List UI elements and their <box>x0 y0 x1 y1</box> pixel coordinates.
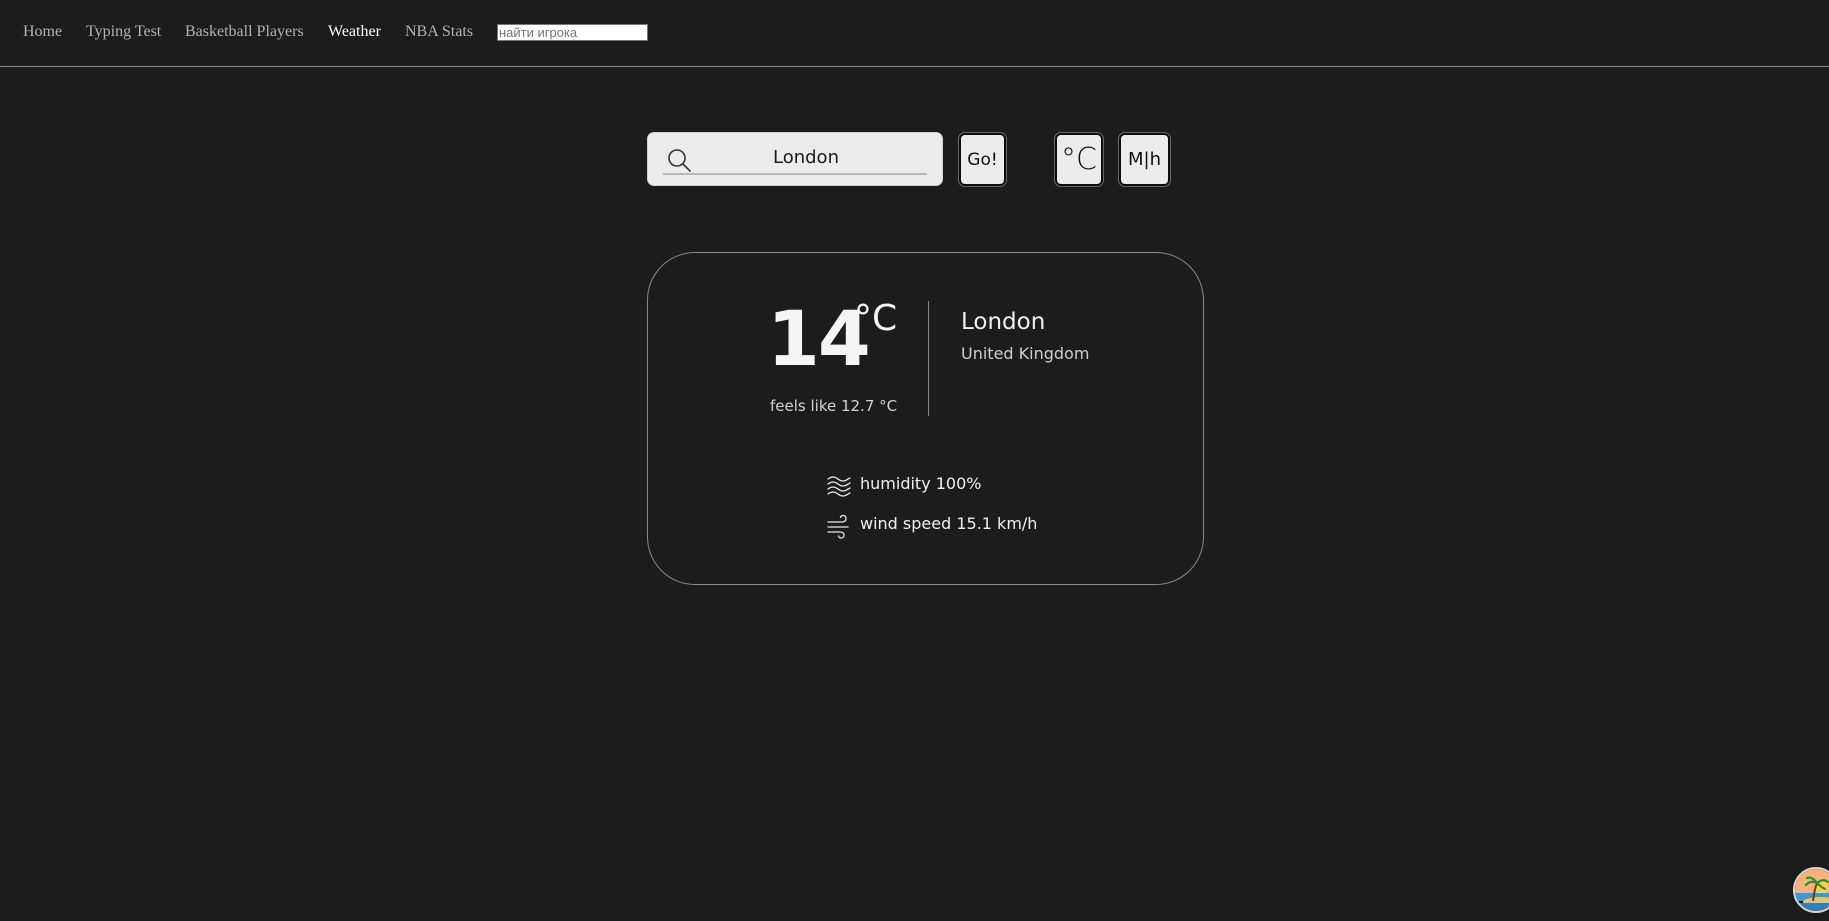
extension-avatar-icon[interactable] <box>1793 867 1829 913</box>
wind-speed-text: wind speed 15.1 km/h <box>860 514 1038 533</box>
city-search-box <box>647 132 943 186</box>
nav-link-nba-stats[interactable]: NBA Stats <box>405 22 473 42</box>
temperature-unit-toggle[interactable]: °C <box>1055 133 1103 186</box>
player-search-input[interactable] <box>497 24 648 41</box>
city-search-input[interactable] <box>663 141 927 175</box>
nav-link-typing-test[interactable]: Typing Test <box>86 22 161 42</box>
nav-link-weather[interactable]: Weather <box>328 22 381 42</box>
feels-like-text: feels like 12.7 °C <box>770 397 898 415</box>
card-divider <box>928 301 929 416</box>
humidity-icon <box>827 476 851 497</box>
go-button[interactable]: Go! <box>959 133 1006 186</box>
top-nav: Home Typing Test Basketball Players Weat… <box>0 0 1829 67</box>
city-name: London <box>961 309 1046 335</box>
temperature-unit: °C <box>854 298 898 339</box>
palm-island-icon <box>1795 869 1829 911</box>
country-name: United Kingdom <box>961 344 1090 363</box>
wind-icon <box>827 514 849 539</box>
nav-link-basketball-players[interactable]: Basketball Players <box>185 22 304 42</box>
speed-unit-toggle[interactable]: M|h <box>1119 133 1170 186</box>
humidity-text: humidity 100% <box>860 474 982 493</box>
nav-link-home[interactable]: Home <box>23 22 62 42</box>
weather-card: 14 °C feels like 12.7 °C London United K… <box>647 252 1204 585</box>
